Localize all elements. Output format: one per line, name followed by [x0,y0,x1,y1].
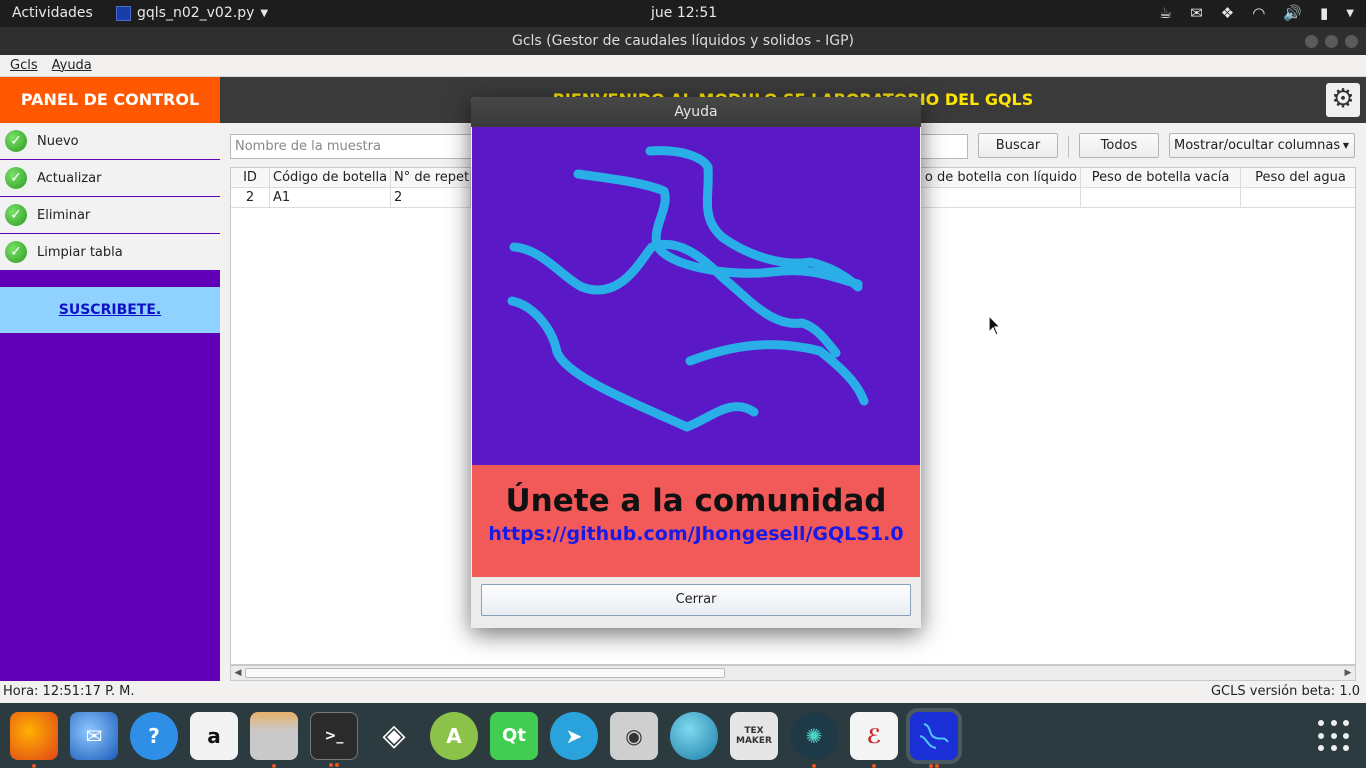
check-icon: ✓ [5,130,27,152]
system-top-bar: Actividades gqls_n02_v02.py ▼ jue 12:51 … [0,0,1366,27]
table-cell: 2 [231,188,270,208]
help-dialog: Ayuda Únete a la comunidad https://githu… [471,97,921,628]
globe-icon[interactable] [670,711,718,760]
android-studio-icon[interactable]: A [430,711,478,760]
unity-icon[interactable]: ◈ [370,712,418,760]
texmaker-glyph: TEX MAKER [736,725,772,746]
telegram-icon[interactable]: ➤ [550,711,598,760]
community-banner: Únete a la comunidad https://github.com/… [472,465,920,577]
maximize-icon[interactable] [1325,35,1338,48]
minimize-icon[interactable] [1305,35,1318,48]
menubar: Gcls Ayuda [0,55,1366,77]
app-icon [116,5,131,21]
column-header[interactable]: Código de botella [270,168,391,188]
thunderbird-icon[interactable]: ✉ [70,711,118,760]
sidebar-item-limpiar-tabla[interactable]: ✓ Limpiar tabla [0,234,220,271]
control-panel-header: PANEL DE CONTROL [0,77,220,123]
close-button[interactable]: Cerrar [481,584,911,616]
scroll-left-icon[interactable]: ◀ [231,666,245,680]
help-glyph: ? [148,723,160,748]
github-link[interactable]: https://github.com/Jhongesell/GQLS1.0 [472,523,920,545]
check-icon: ✓ [5,204,27,226]
files-icon[interactable] [250,711,298,768]
window-titlebar: Gcls (Gestor de caudales líquidos y soli… [0,27,1366,55]
system-tray: ☕ ✉ ❖ ◠ 🔊 ▮ ▼ [1159,4,1354,22]
app-menu[interactable]: gqls_n02_v02.py ▼ [116,5,268,21]
qt-glyph: Qt [502,725,526,746]
status-version: GCLS versión beta: 1.0 [1210,684,1360,699]
sidebar-item-label: Nuevo [37,133,79,149]
control-panel-sidebar: PANEL DE CONTROL ✓ Nuevo ✓ Actualizar ✓ … [0,77,220,681]
status-bar: Hora: 12:51:17 P. M. GCLS versión beta: … [0,681,1366,703]
activities-button[interactable]: Actividades [12,5,93,21]
close-window-icon[interactable] [1345,35,1358,48]
subscribe-banner: SUSCRIBETE. [0,287,220,333]
dialog-title: Ayuda [471,97,921,127]
search-button[interactable]: Buscar [978,133,1058,158]
menu-gcls[interactable]: Gcls [10,55,38,76]
columns-dropdown[interactable]: Mostrar/ocultar columnas ▼ [1169,133,1355,158]
status-time: Hora: 12:51:17 P. M. [3,684,135,699]
column-header[interactable]: ID [231,168,270,188]
dialog-logo-art [472,127,920,465]
table-cell [1081,188,1241,208]
horizontal-scrollbar[interactable]: ◀ ▶ [230,665,1356,681]
menu-ayuda[interactable]: Ayuda [52,55,92,76]
all-button[interactable]: Todos [1079,133,1159,158]
system-menu-chevron-icon[interactable]: ▼ [1346,8,1354,19]
table-cell [1241,188,1355,208]
sidebar-item-label: Limpiar tabla [37,244,123,260]
battery-icon[interactable]: ▮ [1320,4,1328,22]
check-icon: ✓ [5,167,27,189]
app-name: gqls_n02_v02.py [137,5,255,21]
show-applications-icon[interactable] [1318,720,1350,752]
terminal-glyph: >_ [324,727,344,744]
scrollbar-thumb[interactable] [245,668,725,678]
table-cell: 2 [391,188,471,208]
mouse-pointer-icon [988,315,1002,336]
dropbox-icon[interactable]: ❖ [1221,4,1234,22]
qt-creator-icon[interactable]: Qt [490,711,538,760]
pdf-viewer-icon[interactable]: ℰ [850,711,898,768]
firefox-icon[interactable] [10,711,58,768]
wifi-icon[interactable]: ◠ [1252,4,1265,22]
column-header[interactable]: o de botella con líquido [921,168,1081,188]
gcls-swoosh-icon [919,722,949,749]
subscribe-link[interactable]: SUSCRIBETE. [59,302,161,318]
dock: ✉ ? a >_ ◈ A Qt ➤ ◉ TEX MAKER ✺ ℰ [0,703,1366,768]
amazon-icon[interactable]: a [190,711,238,760]
sidebar-item-actualizar[interactable]: ✓ Actualizar [0,160,220,197]
clock[interactable]: jue 12:51 [651,5,717,21]
column-header[interactable]: Peso de botella vacía [1081,168,1241,188]
gcls-app-icon[interactable] [906,707,962,768]
sidebar-item-eliminar[interactable]: ✓ Eliminar [0,197,220,234]
sidebar-item-label: Actualizar [37,170,102,186]
gcls-logo-icon [507,146,869,432]
gear-icon[interactable]: ⚙ [1326,83,1360,117]
table-cell: A1 [270,188,391,208]
caffeine-icon[interactable]: ☕ [1159,4,1172,22]
texmaker-icon[interactable]: TEX MAKER [730,711,778,760]
volume-icon[interactable]: 🔊 [1283,4,1302,22]
scroll-right-icon[interactable]: ▶ [1341,666,1355,680]
mail-notify-icon[interactable]: ✉ [1190,4,1203,22]
table-cell [921,188,1081,208]
chevron-down-icon: ▼ [1342,141,1349,150]
chevron-down-icon: ▼ [260,7,269,19]
sidebar-item-nuevo[interactable]: ✓ Nuevo [0,123,220,160]
help-icon[interactable]: ? [130,711,178,760]
column-header[interactable]: N° de repet [391,168,471,188]
gitkraken-icon[interactable]: ✺ [790,711,838,768]
terminal-icon[interactable]: >_ [310,711,358,767]
community-headline: Únete a la comunidad [505,483,887,519]
toolbar-divider [1068,136,1069,158]
column-header[interactable]: Peso del agua [1241,168,1355,188]
sidebar-item-label: Eliminar [37,207,91,223]
window-title: Gcls (Gestor de caudales líquidos y soli… [511,33,855,49]
check-icon: ✓ [5,241,27,263]
camera-icon[interactable]: ◉ [610,711,658,760]
columns-dropdown-label: Mostrar/ocultar columnas [1174,138,1341,153]
